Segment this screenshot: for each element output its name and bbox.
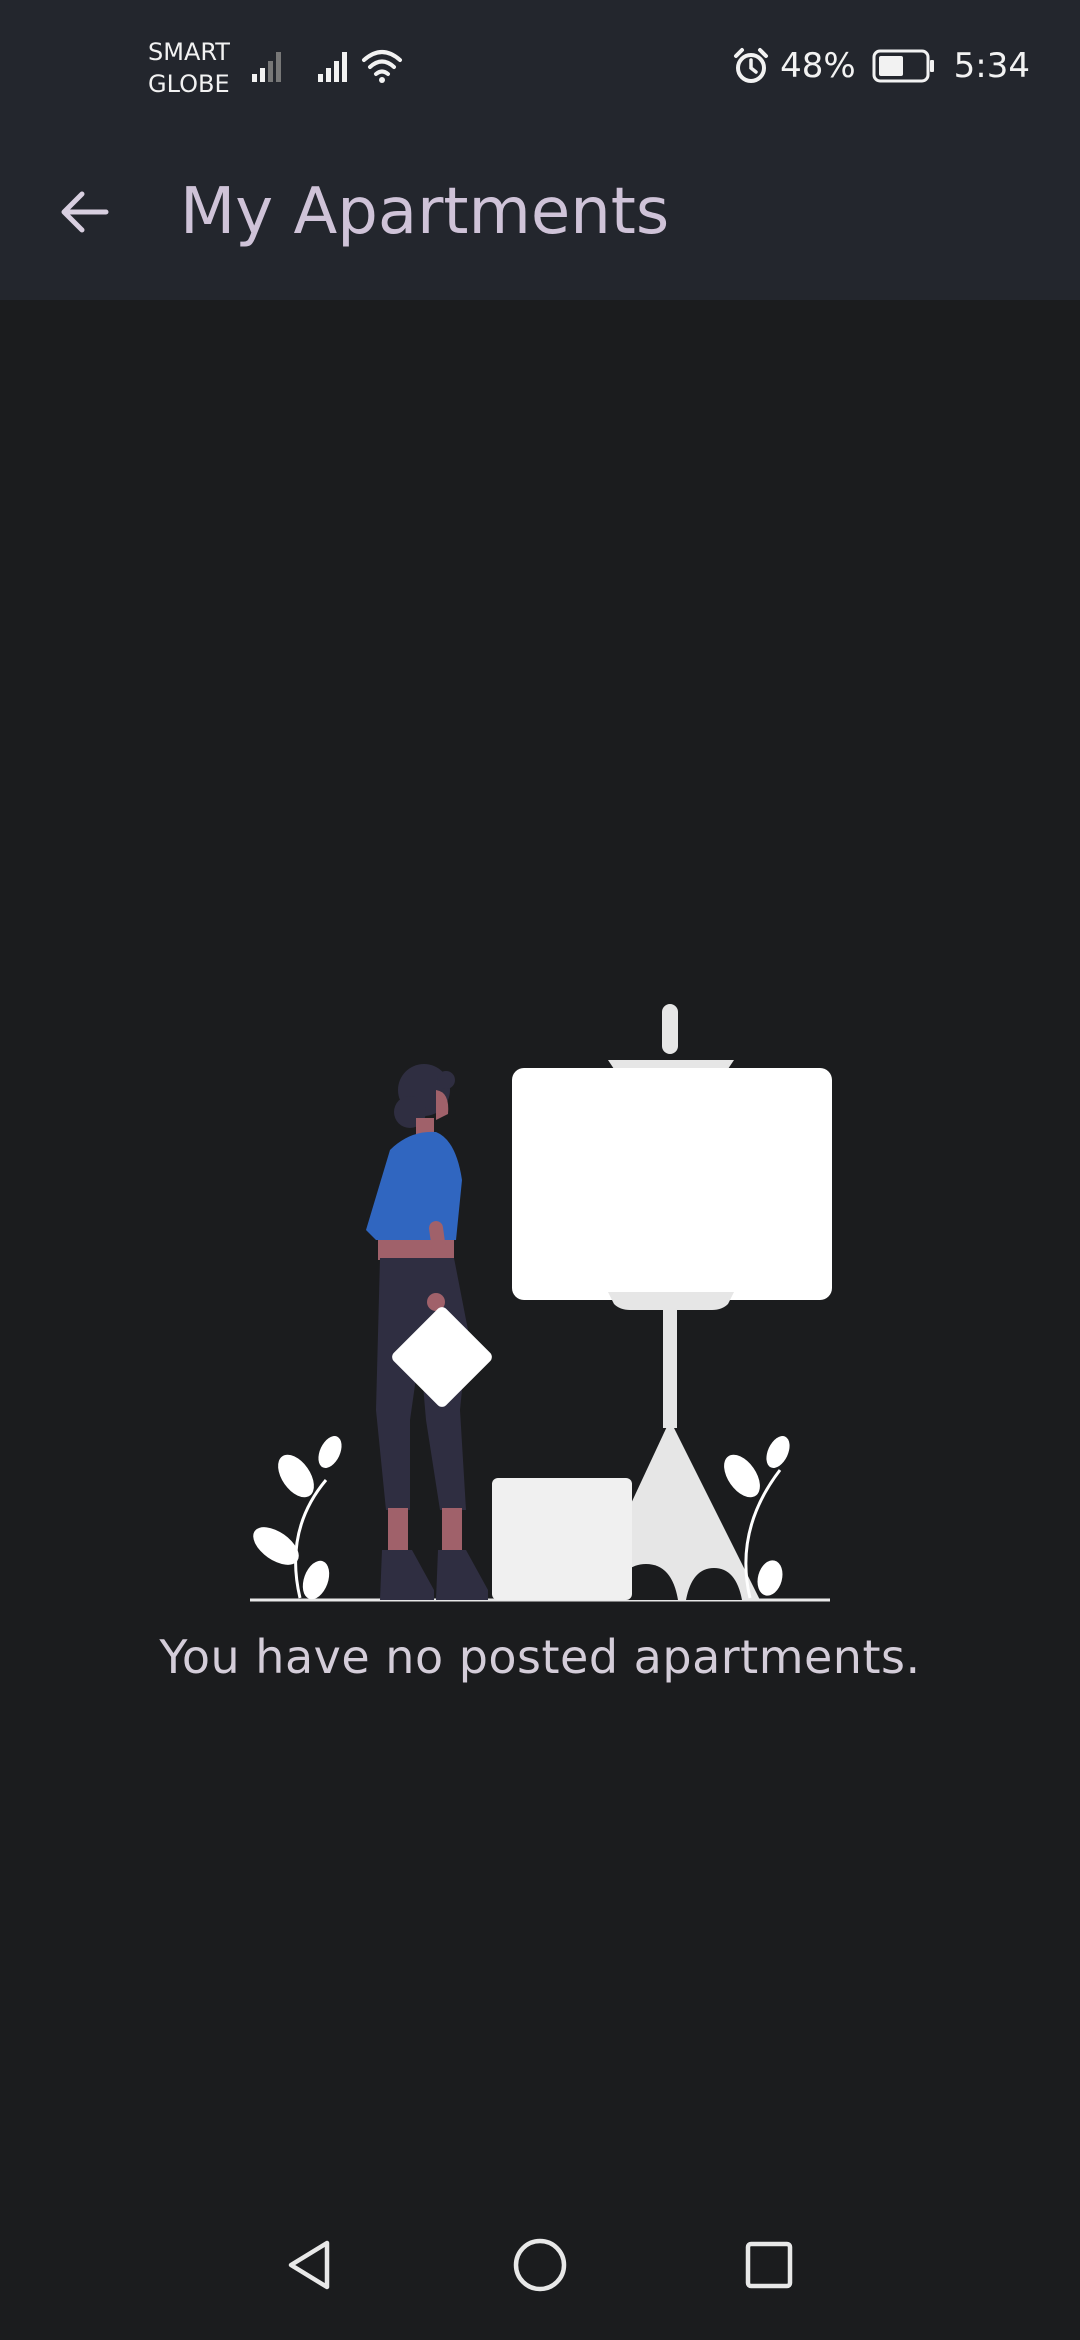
circle-home-icon <box>513 2238 567 2292</box>
page-title: My Apartments <box>180 175 670 249</box>
nav-back-button[interactable] <box>264 2220 354 2310</box>
clock-time: 5:34 <box>953 46 1030 86</box>
triangle-back-icon <box>288 2240 330 2290</box>
signal-icon <box>252 52 281 82</box>
wifi-icon <box>362 50 402 83</box>
status-bar: SMART GLOBE 48% 5:34 <box>0 0 1080 132</box>
status-right: 48% 5:34 <box>732 44 1030 88</box>
square-recents-icon <box>745 2241 793 2289</box>
app-bar: My Apartments <box>0 132 1080 300</box>
woman-with-easel-illustration <box>250 1004 832 1602</box>
signal-icon <box>318 52 347 82</box>
battery-percent: 48% <box>780 46 856 86</box>
nav-recents-button[interactable] <box>724 2220 814 2310</box>
battery-icon <box>872 49 934 83</box>
nav-home-button[interactable] <box>495 2220 585 2310</box>
navigation-bar <box>0 2220 1080 2340</box>
alarm-icon <box>734 48 769 83</box>
arrow-left-icon <box>61 191 109 233</box>
back-button[interactable] <box>44 172 124 252</box>
empty-state-message: You have no posted apartments. <box>159 1630 921 1684</box>
